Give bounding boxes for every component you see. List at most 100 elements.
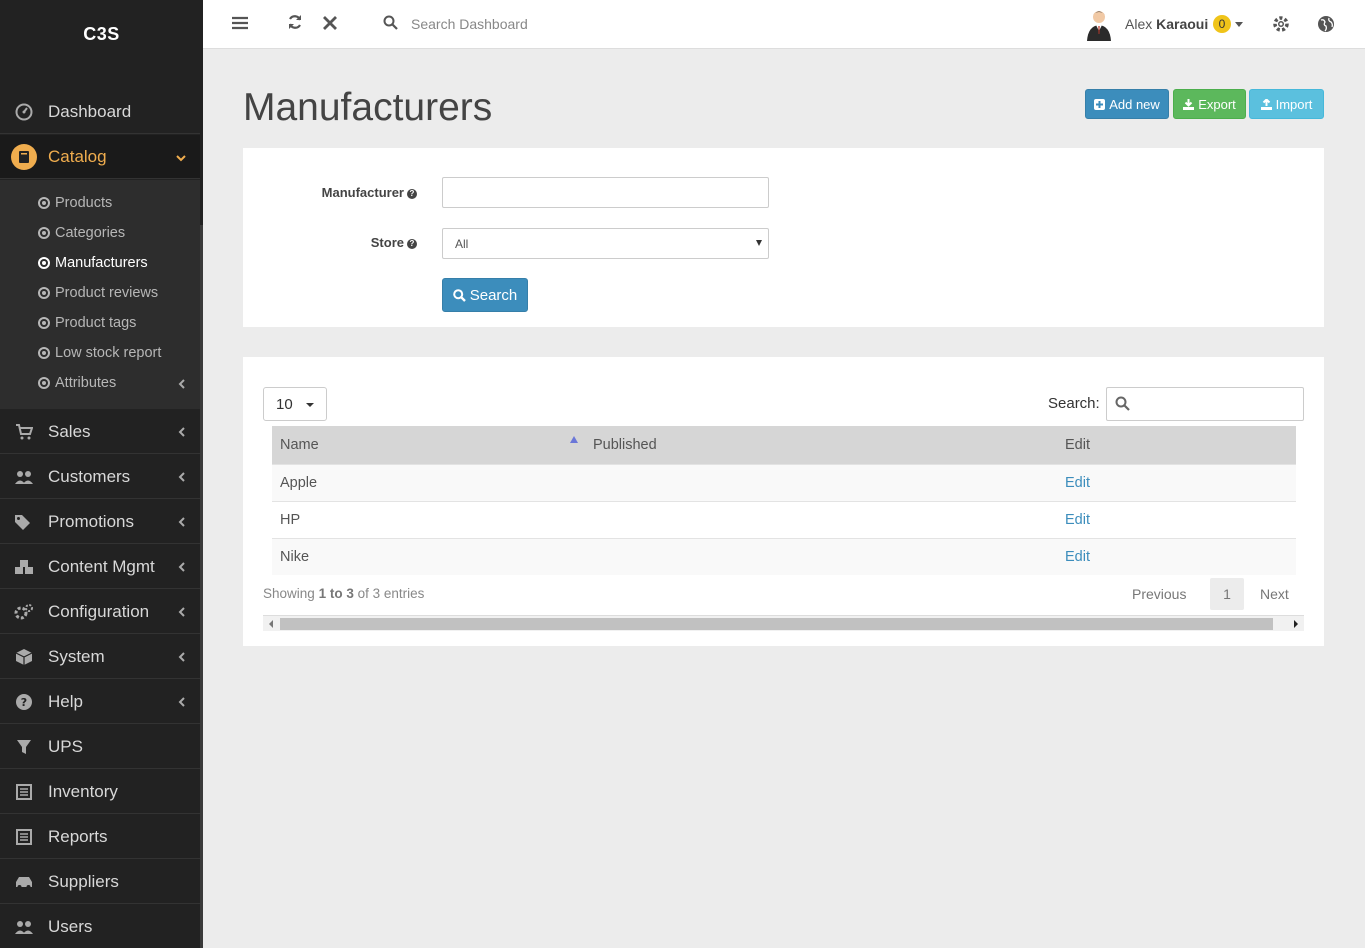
sidebar-item-label: Content Mgmt bbox=[48, 556, 155, 576]
sidebar-item-dashboard[interactable]: Dashboard bbox=[0, 90, 200, 134]
add-new-button[interactable]: Add new bbox=[1085, 89, 1169, 119]
sidebar-item-label: Sales bbox=[48, 421, 91, 441]
add-new-label: Add new bbox=[1109, 96, 1160, 112]
sidebar-item-customers[interactable]: Customers bbox=[0, 455, 200, 499]
submenu-label: Manufacturers bbox=[55, 255, 148, 271]
circle-dot-icon bbox=[38, 347, 50, 359]
submenu-item-product-tags[interactable]: Product tags bbox=[38, 312, 136, 334]
svg-text:?: ? bbox=[21, 696, 27, 709]
submenu-label: Product reviews bbox=[55, 285, 159, 301]
list-icon bbox=[0, 783, 48, 800]
notification-badge[interactable]: 0 bbox=[1213, 15, 1231, 33]
cubes-icon bbox=[0, 559, 48, 575]
manufacturer-label: Manufacturer? bbox=[322, 185, 417, 200]
help-icon[interactable]: ? bbox=[407, 188, 417, 199]
hamburger-menu-icon[interactable] bbox=[232, 14, 248, 35]
search-button[interactable]: Search bbox=[442, 278, 528, 312]
submenu-label: Product tags bbox=[55, 315, 137, 331]
sidebar-item-configuration[interactable]: Configuration bbox=[0, 590, 200, 634]
sidebar-item-ups[interactable]: UPS bbox=[0, 725, 200, 769]
column-header-published[interactable]: Published bbox=[585, 426, 1057, 464]
users-icon bbox=[0, 919, 48, 935]
pagination-next[interactable]: Next bbox=[1260, 578, 1289, 610]
circle-dot-icon bbox=[38, 197, 50, 209]
sidebar-item-label: Help bbox=[48, 691, 83, 711]
page-length-value: 10 bbox=[276, 395, 293, 413]
sidebar-item-label: Reports bbox=[48, 826, 108, 846]
sidebar-item-label: Users bbox=[48, 916, 93, 936]
circle-dot-icon bbox=[38, 227, 50, 239]
table-search-input[interactable] bbox=[1106, 387, 1304, 421]
import-button[interactable]: Import bbox=[1249, 89, 1324, 119]
cell-edit: Edit bbox=[1057, 463, 1296, 501]
circle-dot-icon bbox=[38, 317, 50, 329]
users-icon bbox=[0, 469, 48, 485]
sidebar-item-promotions[interactable]: Promotions bbox=[0, 500, 200, 544]
horizontal-scrollbar[interactable] bbox=[263, 615, 1304, 631]
submenu-item-products[interactable]: Products bbox=[38, 192, 112, 214]
edit-link[interactable]: Edit bbox=[1065, 512, 1090, 528]
table-row: Nike Edit bbox=[272, 537, 1296, 575]
scroll-left-arrow-icon[interactable] bbox=[269, 620, 273, 628]
export-label: Export bbox=[1198, 96, 1236, 112]
sidebar-item-inventory[interactable]: Inventory bbox=[0, 770, 200, 814]
globe-icon[interactable] bbox=[1317, 15, 1335, 38]
sidebar-item-reports[interactable]: Reports bbox=[0, 815, 200, 859]
help-icon[interactable]: ? bbox=[407, 238, 417, 249]
sidebar-scrollbar[interactable] bbox=[200, 225, 203, 948]
gear-icon[interactable] bbox=[1272, 15, 1290, 38]
submenu-label: Low stock report bbox=[55, 345, 162, 361]
export-button[interactable]: Export bbox=[1173, 89, 1246, 119]
column-header-edit: Edit bbox=[1057, 426, 1296, 464]
submenu-item-product-reviews[interactable]: Product reviews bbox=[38, 282, 158, 304]
sidebar-item-label: Dashboard bbox=[48, 101, 132, 121]
sidebar-item-catalog[interactable]: Catalog bbox=[0, 135, 200, 179]
column-header-name[interactable]: Name bbox=[272, 426, 585, 464]
cube-icon bbox=[0, 648, 48, 666]
table-row: Apple Edit bbox=[272, 463, 1296, 501]
caret-down-icon[interactable] bbox=[1235, 22, 1243, 27]
sidebar-item-suppliers[interactable]: Suppliers bbox=[0, 860, 200, 904]
chevron-left-icon bbox=[178, 424, 186, 440]
gears-icon bbox=[0, 603, 48, 620]
pagination-previous[interactable]: Previous bbox=[1132, 578, 1186, 610]
user-name[interactable]: Alex Karaoui bbox=[1125, 16, 1208, 32]
close-icon[interactable] bbox=[323, 14, 337, 35]
refresh-icon[interactable] bbox=[287, 14, 303, 35]
edit-link[interactable]: Edit bbox=[1065, 549, 1090, 565]
table-search-label: Search: bbox=[1048, 395, 1100, 412]
top-navbar: Alex Karaoui 0 bbox=[203, 0, 1365, 49]
dashboard-search-input[interactable] bbox=[411, 13, 711, 35]
sidebar-item-sales[interactable]: Sales bbox=[0, 410, 200, 454]
caret-down-icon bbox=[306, 403, 314, 407]
sidebar-item-label: Suppliers bbox=[48, 871, 119, 891]
manufacturer-name-input[interactable] bbox=[442, 177, 769, 208]
submenu-item-low-stock-report[interactable]: Low stock report bbox=[38, 342, 161, 364]
app-logo[interactable]: C3S bbox=[0, 0, 203, 68]
submenu-item-attributes[interactable]: Attributes bbox=[38, 372, 116, 394]
cell-edit: Edit bbox=[1057, 537, 1296, 575]
report-icon bbox=[0, 828, 48, 845]
sidebar-item-content-mgmt[interactable]: Content Mgmt bbox=[0, 545, 200, 589]
avatar[interactable] bbox=[1086, 9, 1112, 41]
search-button-label: Search bbox=[469, 286, 518, 304]
cell-published bbox=[585, 500, 1057, 538]
dropdown-arrow-icon bbox=[756, 240, 762, 246]
cell-edit: Edit bbox=[1057, 500, 1296, 538]
sidebar-item-help[interactable]: ? Help bbox=[0, 680, 200, 724]
sidebar-item-system[interactable]: System bbox=[0, 635, 200, 679]
submenu-item-categories[interactable]: Categories bbox=[38, 222, 125, 244]
pagination-page-1[interactable]: 1 bbox=[1210, 578, 1244, 610]
scroll-right-arrow-icon[interactable] bbox=[1294, 620, 1298, 628]
search-icon bbox=[383, 15, 398, 35]
page-length-select[interactable]: 10 bbox=[263, 387, 327, 421]
page-title: Manufacturers bbox=[243, 86, 493, 129]
cell-published bbox=[585, 537, 1057, 575]
edit-link[interactable]: Edit bbox=[1065, 475, 1090, 491]
store-select[interactable]: All bbox=[442, 228, 769, 259]
sidebar-item-users[interactable]: Users bbox=[0, 905, 200, 948]
scrollbar-thumb[interactable] bbox=[280, 618, 1273, 630]
search-icon bbox=[1115, 396, 1130, 416]
chevron-left-icon bbox=[178, 559, 186, 575]
submenu-item-manufacturers[interactable]: Manufacturers bbox=[38, 252, 148, 274]
